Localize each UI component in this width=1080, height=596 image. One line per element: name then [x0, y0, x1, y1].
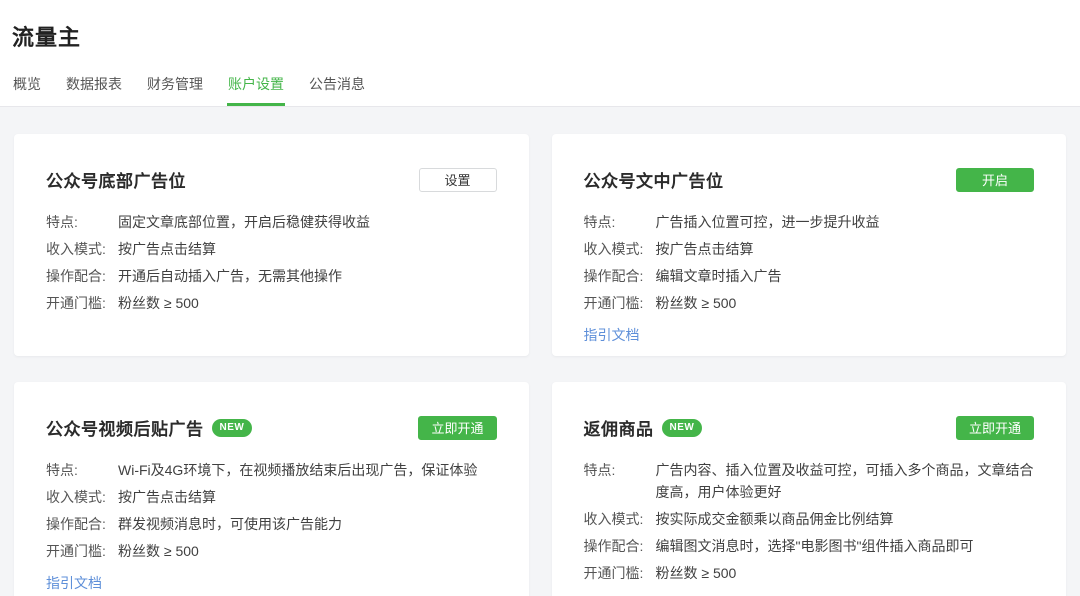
- operation-row: 操作配合: 开通后自动插入广告，无需其他操作: [46, 265, 497, 287]
- top-header: 流量主 概览 数据报表 财务管理 账户设置 公告消息: [0, 0, 1080, 107]
- card-title: 公众号底部广告位: [46, 167, 186, 192]
- row-label: 收入模式:: [46, 486, 118, 508]
- row-label: 特点:: [46, 459, 118, 481]
- feature-row: 特点: Wi-Fi及4G环境下，在视频播放结束后出现广告，保证体验: [46, 459, 497, 481]
- row-value: 编辑文章时插入广告: [656, 265, 1035, 287]
- card-bottom-ad-slot: 公众号底部广告位 设置 特点: 固定文章底部位置，开启后稳健获得收益 收入模式:…: [14, 134, 529, 356]
- card-header: 返佣商品 NEW 立即开通: [584, 415, 1035, 440]
- row-value: 按实际成交金额乘以商品佣金比例结算: [656, 508, 1035, 530]
- row-label: 收入模式:: [46, 238, 118, 260]
- feature-row: 特点: 固定文章底部位置，开启后稳健获得收益: [46, 211, 497, 233]
- row-value: 编辑图文消息时，选择"电影图书"组件插入商品即可: [656, 535, 1035, 557]
- row-value: 粉丝数 ≥ 500: [656, 562, 1035, 584]
- row-label: 操作配合:: [584, 265, 656, 287]
- income-mode-row: 收入模式: 按广告点击结算: [46, 238, 497, 260]
- tab-finance[interactable]: 财务管理: [146, 68, 204, 106]
- card-header: 公众号文中广告位 开启: [584, 167, 1035, 192]
- row-value: Wi-Fi及4G环境下，在视频播放结束后出现广告，保证体验: [118, 459, 497, 481]
- row-label: 开通门槛:: [584, 562, 656, 584]
- operation-row: 操作配合: 编辑图文消息时，选择"电影图书"组件插入商品即可: [584, 535, 1035, 557]
- card-detail-rows: 特点: 固定文章底部位置，开启后稳健获得收益 收入模式: 按广告点击结算 操作配…: [46, 211, 497, 314]
- income-mode-row: 收入模式: 按实际成交金额乘以商品佣金比例结算: [584, 508, 1035, 530]
- feature-row: 特点: 广告插入位置可控，进一步提升收益: [584, 211, 1035, 233]
- settings-button[interactable]: 设置: [419, 168, 497, 192]
- card-header: 公众号视频后贴广告 NEW 立即开通: [46, 415, 497, 440]
- row-label: 特点:: [46, 211, 118, 233]
- card-commission-products: 返佣商品 NEW 立即开通 特点: 广告内容、插入位置及收益可控，可插入多个商品…: [552, 382, 1067, 596]
- row-label: 特点:: [584, 211, 656, 233]
- row-value: 粉丝数 ≥ 500: [118, 292, 497, 314]
- card-title: 公众号视频后贴广告: [46, 415, 204, 440]
- guide-doc-link[interactable]: 指引文档: [584, 325, 640, 345]
- card-title: 公众号文中广告位: [584, 167, 724, 192]
- income-mode-row: 收入模式: 按广告点击结算: [46, 486, 497, 508]
- guide-doc-link[interactable]: 指引文档: [46, 573, 102, 593]
- row-value: 广告内容、插入位置及收益可控，可插入多个商品，文章结合度高，用户体验更好: [656, 459, 1035, 503]
- row-label: 开通门槛:: [584, 292, 656, 314]
- row-value: 群发视频消息时，可使用该广告能力: [118, 513, 497, 535]
- tab-overview[interactable]: 概览: [12, 68, 42, 106]
- card-grid: 公众号底部广告位 设置 特点: 固定文章底部位置，开启后稳健获得收益 收入模式:…: [14, 134, 1066, 596]
- tab-bar: 概览 数据报表 财务管理 账户设置 公告消息: [0, 68, 1080, 107]
- row-value: 粉丝数 ≥ 500: [118, 540, 497, 562]
- activate-now-button[interactable]: 立即开通: [418, 416, 496, 440]
- income-mode-row: 收入模式: 按广告点击结算: [584, 238, 1035, 260]
- card-in-article-ad-slot: 公众号文中广告位 开启 特点: 广告插入位置可控，进一步提升收益 收入模式: 按…: [552, 134, 1067, 356]
- row-label: 开通门槛:: [46, 540, 118, 562]
- card-detail-rows: 特点: 广告内容、插入位置及收益可控，可插入多个商品，文章结合度高，用户体验更好…: [584, 459, 1035, 596]
- new-badge: NEW: [212, 419, 253, 437]
- card-title: 返佣商品: [584, 415, 654, 440]
- card-detail-rows: 特点: Wi-Fi及4G环境下，在视频播放结束后出现广告，保证体验 收入模式: …: [46, 459, 497, 593]
- row-value: 粉丝数 ≥ 500: [656, 292, 1035, 314]
- card-header: 公众号底部广告位 设置: [46, 167, 497, 192]
- row-label: 操作配合:: [46, 513, 118, 535]
- row-label: 开通门槛:: [46, 292, 118, 314]
- row-value: 广告插入位置可控，进一步提升收益: [656, 211, 1035, 233]
- operation-row: 操作配合: 群发视频消息时，可使用该广告能力: [46, 513, 497, 535]
- threshold-row: 开通门槛: 粉丝数 ≥ 500: [584, 292, 1035, 314]
- row-value: 按广告点击结算: [656, 238, 1035, 260]
- feature-row: 特点: 广告内容、插入位置及收益可控，可插入多个商品，文章结合度高，用户体验更好: [584, 459, 1035, 503]
- enable-button[interactable]: 开启: [956, 168, 1034, 192]
- page-title: 流量主: [0, 18, 1080, 52]
- content-area: 公众号底部广告位 设置 特点: 固定文章底部位置，开启后稳健获得收益 收入模式:…: [0, 107, 1080, 596]
- row-value: 开通后自动插入广告，无需其他操作: [118, 265, 497, 287]
- threshold-row: 开通门槛: 粉丝数 ≥ 500: [46, 540, 497, 562]
- threshold-row: 开通门槛: 粉丝数 ≥ 500: [46, 292, 497, 314]
- tab-account-settings[interactable]: 账户设置: [227, 68, 285, 106]
- row-value: 固定文章底部位置，开启后稳健获得收益: [118, 211, 497, 233]
- row-label: 收入模式:: [584, 508, 656, 530]
- card-detail-rows: 特点: 广告插入位置可控，进一步提升收益 收入模式: 按广告点击结算 操作配合:…: [584, 211, 1035, 345]
- new-badge: NEW: [662, 419, 703, 437]
- card-video-postroll-ad: 公众号视频后贴广告 NEW 立即开通 特点: Wi-Fi及4G环境下，在视频播放…: [14, 382, 529, 596]
- row-label: 特点:: [584, 459, 656, 503]
- row-label: 操作配合:: [584, 535, 656, 557]
- row-label: 收入模式:: [584, 238, 656, 260]
- row-value: 按广告点击结算: [118, 238, 497, 260]
- row-value: 按广告点击结算: [118, 486, 497, 508]
- threshold-row: 开通门槛: 粉丝数 ≥ 500: [584, 562, 1035, 584]
- operation-row: 操作配合: 编辑文章时插入广告: [584, 265, 1035, 287]
- activate-now-button[interactable]: 立即开通: [956, 416, 1034, 440]
- tab-data-report[interactable]: 数据报表: [65, 68, 123, 106]
- row-label: 操作配合:: [46, 265, 118, 287]
- tab-announcements[interactable]: 公告消息: [308, 68, 366, 106]
